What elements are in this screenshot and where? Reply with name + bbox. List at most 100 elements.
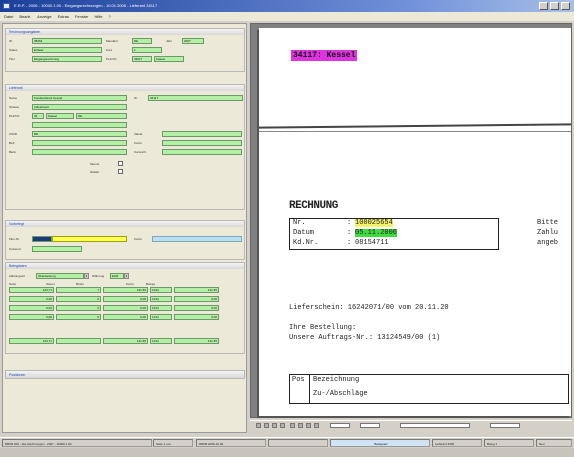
status-field[interactable]: Erfasst: [32, 47, 102, 53]
plz-field[interactable]: 33617: [132, 56, 152, 62]
label-blz: BLZ: [9, 141, 15, 145]
menu-bearbeiten[interactable]: Bearb.: [19, 12, 31, 21]
ustid-field[interactable]: DE: [32, 131, 127, 137]
invoice-heading: RECHNUNG: [289, 200, 338, 212]
label-konto: Konto: [134, 237, 142, 241]
brutto-cell[interactable]: 131,55: [103, 287, 148, 293]
konto-cell[interactable]: 1234: [150, 305, 172, 311]
page-number-input[interactable]: [330, 423, 350, 428]
konto-field[interactable]: [162, 140, 242, 146]
prev-page-icon[interactable]: [264, 423, 269, 428]
label-status: Status: [9, 48, 18, 52]
maximize-button[interactable]: [550, 2, 559, 10]
next-page-icon[interactable]: [272, 423, 277, 428]
ort-field[interactable]: Kassel: [46, 113, 74, 119]
konto-cell[interactable]: 1234: [150, 287, 172, 293]
plz-field[interactable]: 34: [32, 113, 44, 119]
betrag-cell[interactable]: 0,00: [174, 296, 219, 302]
label-ustid: UStID: [9, 132, 18, 136]
supplier-stamp: 34117: Kessel: [291, 50, 358, 61]
steuer-cell[interactable]: 0: [56, 314, 101, 320]
menu-help-icon[interactable]: ?: [109, 12, 111, 21]
kostenstelle-field[interactable]: [32, 246, 82, 252]
netto-total[interactable]: 123,71: [9, 338, 54, 344]
netto-cell[interactable]: 0,00: [9, 296, 54, 302]
konto-cell[interactable]: 1234: [150, 296, 172, 302]
label-fibu: Fibu-Nr.: [9, 237, 20, 241]
menu-fenster[interactable]: Fenster: [75, 12, 89, 21]
label-mandant: Mandant: [106, 39, 118, 43]
zusatz-field[interactable]: [32, 122, 127, 128]
steuer-total[interactable]: [56, 338, 101, 344]
waehrung-select[interactable]: EUR: [110, 273, 124, 279]
bank-field[interactable]: [32, 149, 127, 155]
chevron-down-icon[interactable]: ▾: [84, 273, 89, 279]
brutto-cell[interactable]: 0,00: [103, 305, 148, 311]
strasse-field[interactable]: Industriestr.: [32, 104, 127, 110]
name-field[interactable]: Kundendienst Kessel: [32, 95, 127, 101]
label-id: ID: [9, 39, 12, 43]
zahlungsart-select[interactable]: Überweisung: [36, 273, 84, 279]
section-header[interactable]: Belegdaten: [6, 263, 244, 269]
blz-field[interactable]: [32, 140, 127, 146]
betrag-cell[interactable]: 131,55: [174, 287, 219, 293]
fibu-field[interactable]: [52, 236, 127, 242]
ort-field[interactable]: Kassel: [154, 56, 184, 62]
netto-cell[interactable]: 0,00: [9, 314, 54, 320]
section-header[interactable]: Lieferant: [6, 85, 244, 91]
chevron-down-icon[interactable]: ▾: [124, 273, 129, 279]
menu-extras[interactable]: Extras: [58, 12, 69, 21]
section-header[interactable]: Vorbelegt: [6, 221, 244, 227]
invoice-page: 34117: Kessel RECHNUNG Nr. : 100025654 D…: [259, 28, 571, 416]
datum-label: Datum: [293, 229, 315, 237]
betrag-cell[interactable]: 0,00: [174, 305, 219, 311]
valuta-field[interactable]: [162, 131, 242, 137]
brutto-total[interactable]: 131,55: [103, 338, 148, 344]
menu-bar: Datei Bearb. Anzeige Extras Fenster Hilf…: [0, 12, 574, 21]
konto-cell[interactable]: 1234: [150, 314, 172, 320]
zoom-input[interactable]: [360, 423, 380, 428]
viewer-scroll-input[interactable]: [400, 423, 470, 428]
titel-field[interactable]: Eingangsrechnung: [32, 56, 102, 62]
menu-hilfe[interactable]: Hilfe: [95, 12, 103, 21]
kurs-field[interactable]: 1: [132, 47, 162, 53]
section-lieferant: Lieferant Name Kundendienst Kessel Nr. 3…: [5, 84, 245, 210]
id-field[interactable]: 38264: [32, 38, 102, 44]
fibu-field-prefix[interactable]: [32, 236, 52, 242]
betrag-total[interactable]: 131,55: [174, 338, 219, 344]
steuer-cell[interactable]: 7: [56, 287, 101, 293]
konto-field[interactable]: [152, 236, 242, 242]
nr-field[interactable]: 34117: [148, 95, 243, 101]
mandant-field[interactable]: DE: [132, 38, 152, 44]
last-page-icon[interactable]: [280, 423, 285, 428]
netto-cell[interactable]: 0,00: [9, 305, 54, 311]
brutto-cell[interactable]: 0,00: [103, 314, 148, 320]
zoom-in-icon[interactable]: [290, 423, 295, 428]
menu-datei[interactable]: Datei: [4, 12, 13, 21]
konto-total[interactable]: 1234: [150, 338, 172, 344]
label-strasse: Strasse: [9, 105, 20, 109]
steuer-cell[interactable]: 0: [56, 305, 101, 311]
jahr-field[interactable]: 2007: [182, 38, 204, 44]
brutto-cell[interactable]: 0,00: [103, 296, 148, 302]
betrag-cell[interactable]: 0,00: [174, 314, 219, 320]
minimize-button[interactable]: [539, 2, 548, 10]
netto-cell[interactable]: 123,71: [9, 287, 54, 293]
steuer-cell[interactable]: 0: [56, 296, 101, 302]
fit-page-icon[interactable]: [306, 423, 311, 428]
viewer-select[interactable]: [490, 423, 520, 428]
side-text: Zahlu: [537, 229, 559, 237]
nr-label: Nr.: [293, 219, 306, 227]
kontoinhaber-field[interactable]: [162, 149, 242, 155]
section-header[interactable]: Rechnungsangaben: [6, 29, 244, 35]
rabatt-checkbox[interactable]: [118, 169, 123, 174]
zoom-out-icon[interactable]: [298, 423, 303, 428]
label-valuta: Valuta: [134, 132, 143, 136]
skonto-checkbox[interactable]: [118, 161, 123, 166]
rotate-icon[interactable]: [314, 423, 319, 428]
menu-anzeige[interactable]: Anzeige: [37, 12, 51, 21]
close-button[interactable]: [561, 2, 570, 10]
first-page-icon[interactable]: [256, 423, 261, 428]
land-field[interactable]: DE: [76, 113, 127, 119]
section-positionen-collapsed[interactable]: Positionen: [5, 370, 245, 379]
